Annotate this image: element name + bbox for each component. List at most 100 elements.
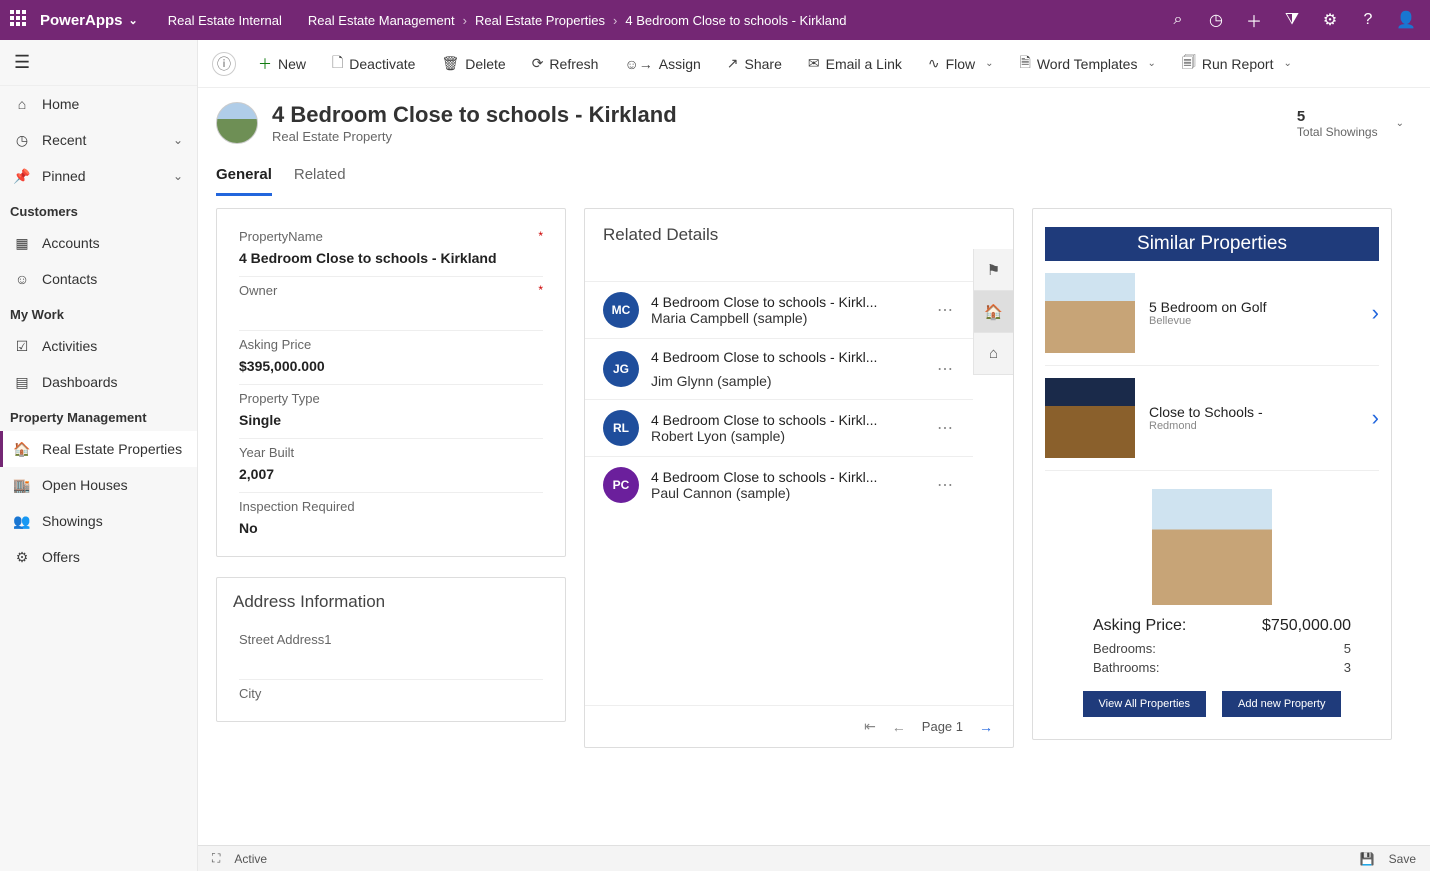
main-area: ⓘ ＋New 🗋Deactivate 🗑Delete ⟳Refresh ☺→As… (198, 40, 1430, 871)
tab-related[interactable]: Related (294, 160, 346, 196)
hamburger-icon[interactable]: ☰ (0, 40, 197, 86)
nav-recent[interactable]: ◷Recent⌄ (0, 122, 197, 158)
save-icon[interactable]: 💾 (1360, 852, 1375, 866)
cmd-refresh[interactable]: ⟳Refresh (522, 49, 609, 78)
waffle-icon[interactable] (10, 10, 30, 30)
more-icon[interactable]: ⋯ (937, 300, 955, 320)
group-propmgmt: Property Management (0, 400, 197, 431)
filter-icon[interactable]: ⧩ (1278, 11, 1306, 29)
nav-home[interactable]: ⌂Home (0, 86, 197, 122)
expand-icon[interactable]: ⛶ (212, 851, 220, 866)
tab-strip: General Related (216, 160, 1412, 196)
view-all-properties-button[interactable]: View All Properties (1083, 691, 1207, 717)
chevron-down-icon: ⌄ (1147, 58, 1155, 69)
nav-dashboards[interactable]: ▤Dashboards (0, 364, 197, 400)
nav-pinned[interactable]: 📌Pinned⌄ (0, 158, 197, 194)
nav-accounts[interactable]: ▦ Accounts (0, 225, 197, 261)
cmd-deactivate[interactable]: 🗋Deactivate (322, 46, 425, 82)
more-icon[interactable]: ⋯ (937, 359, 955, 379)
related-item[interactable]: PC 4 Bedroom Close to schools - Kirkl...… (585, 456, 973, 513)
cmd-label: Email a Link (826, 56, 902, 72)
settings-icon[interactable]: ⚙ (1316, 10, 1344, 30)
related-line2: Robert Lyon (sample) (651, 428, 925, 444)
field-property-name[interactable]: PropertyName* 4 Bedroom Close to schools… (239, 223, 543, 277)
task-icon[interactable]: ◷ (1202, 10, 1230, 30)
cmd-delete[interactable]: 🗑Delete (431, 49, 515, 78)
crumb-app[interactable]: Real Estate Internal (168, 13, 282, 28)
related-line2: Maria Campbell (sample) (651, 310, 925, 326)
cmd-flow[interactable]: ∿Flow⌄ (918, 49, 1004, 78)
group-mywork: My Work (0, 297, 197, 328)
cmd-share[interactable]: ↗Share (717, 49, 792, 78)
flag-icon[interactable]: ⚑ (974, 249, 1013, 291)
field-year-built[interactable]: Year Built 2,007 (239, 439, 543, 493)
cmd-run-report[interactable]: 🗐Run Report⌄ (1172, 46, 1302, 82)
pager-first-icon[interactable]: ⇤ (864, 718, 876, 735)
save-label[interactable]: Save (1389, 852, 1416, 866)
home-icon[interactable]: ⌂ (974, 333, 1013, 375)
tab-general[interactable]: General (216, 160, 272, 196)
field-property-type[interactable]: Property Type Single (239, 385, 543, 439)
related-item[interactable]: RL 4 Bedroom Close to schools - Kirkl...… (585, 399, 973, 456)
field-value: 4 Bedroom Close to schools - Kirkland (239, 244, 543, 266)
cmd-label: Share (745, 56, 782, 72)
nav-label: Recent (42, 132, 86, 148)
nav-contacts[interactable]: ☺Contacts (0, 261, 197, 297)
field-street1[interactable]: Street Address1 (239, 626, 543, 680)
field-inspection-required[interactable]: Inspection Required No (239, 493, 543, 546)
brand[interactable]: PowerApps ⌄ (40, 12, 138, 29)
similar-item[interactable]: Close to Schools -Redmond › (1045, 366, 1379, 471)
status-active[interactable]: Active (234, 852, 267, 866)
nav-properties[interactable]: 🏠Real Estate Properties (0, 431, 197, 467)
house-icon[interactable]: 🏠 (974, 291, 1013, 333)
related-item[interactable]: JG 4 Bedroom Close to schools - Kirkl...… (585, 338, 973, 399)
assistant-pane: ⚑ 🏠 ⌂ (973, 249, 1013, 375)
add-icon[interactable]: ＋ (1240, 8, 1268, 32)
nav-label: Accounts (42, 235, 100, 251)
help-icon[interactable]: ? (1354, 11, 1382, 29)
field-city[interactable]: City (239, 680, 543, 711)
nav-showings[interactable]: 👥Showings (0, 503, 197, 539)
related-item[interactable]: MC 4 Bedroom Close to schools - Kirkl...… (585, 281, 973, 338)
asking-price-value: $750,000.00 (1262, 617, 1351, 635)
similar-item[interactable]: 5 Bedroom on GolfBellevue › (1045, 261, 1379, 366)
group-customers: Customers (0, 194, 197, 225)
info-icon[interactable]: ⓘ (212, 52, 236, 76)
search-icon[interactable]: ⌕ (1164, 11, 1192, 29)
field-owner[interactable]: Owner* (239, 277, 543, 331)
cmd-new[interactable]: ＋New (248, 48, 316, 80)
required-icon: * (538, 283, 543, 298)
field-asking-price[interactable]: Asking Price $395,000.000 (239, 331, 543, 385)
pager-prev-icon[interactable]: ← (892, 719, 906, 735)
people-icon: 👥 (14, 513, 30, 529)
building-icon: ▦ (14, 235, 30, 251)
field-label: Year Built (239, 445, 294, 460)
featured-property (1045, 471, 1379, 605)
nav-label: Real Estate Properties (42, 441, 182, 457)
bathrooms-value: 3 (1344, 660, 1351, 675)
nav-offers[interactable]: ⚙Offers (0, 539, 197, 575)
app-topbar: PowerApps ⌄ Real Estate Internal Real Es… (0, 0, 1430, 40)
bedrooms-label: Bedrooms: (1093, 641, 1334, 656)
mail-icon: ✉ (808, 55, 820, 72)
pager-next-icon[interactable]: → (979, 719, 993, 735)
cmd-email-link[interactable]: ✉ Email a Link (798, 49, 912, 78)
related-details-card: Related Details ⋯ ⚑ 🏠 ⌂ MC 4 Bedroom Clo… (584, 208, 1014, 748)
crumb-list[interactable]: Real Estate Properties (475, 13, 605, 28)
showings-summary[interactable]: 5 Total Showings ⌄ (1297, 108, 1412, 139)
crumb-record[interactable]: 4 Bedroom Close to schools - Kirkland (625, 13, 846, 28)
crumb-area[interactable]: Real Estate Management (308, 13, 455, 28)
field-value: No (239, 514, 543, 536)
more-icon[interactable]: ⋯ (937, 418, 955, 438)
more-icon[interactable]: ⋯ (937, 475, 955, 495)
deactivate-icon: 🗋 (332, 52, 343, 76)
cmd-word-templates[interactable]: 🗎Word Templates⌄ (1010, 46, 1166, 82)
nav-openhouses[interactable]: 🏬Open Houses (0, 467, 197, 503)
flow-icon: ∿ (928, 55, 940, 72)
nav-activities[interactable]: ☑Activities (0, 328, 197, 364)
user-icon[interactable]: 👤 (1392, 10, 1420, 30)
record-image[interactable] (216, 102, 258, 144)
showings-count: 5 (1297, 108, 1378, 125)
add-new-property-button[interactable]: Add new Property (1222, 691, 1341, 717)
cmd-assign[interactable]: ☺→Assign (614, 50, 710, 78)
